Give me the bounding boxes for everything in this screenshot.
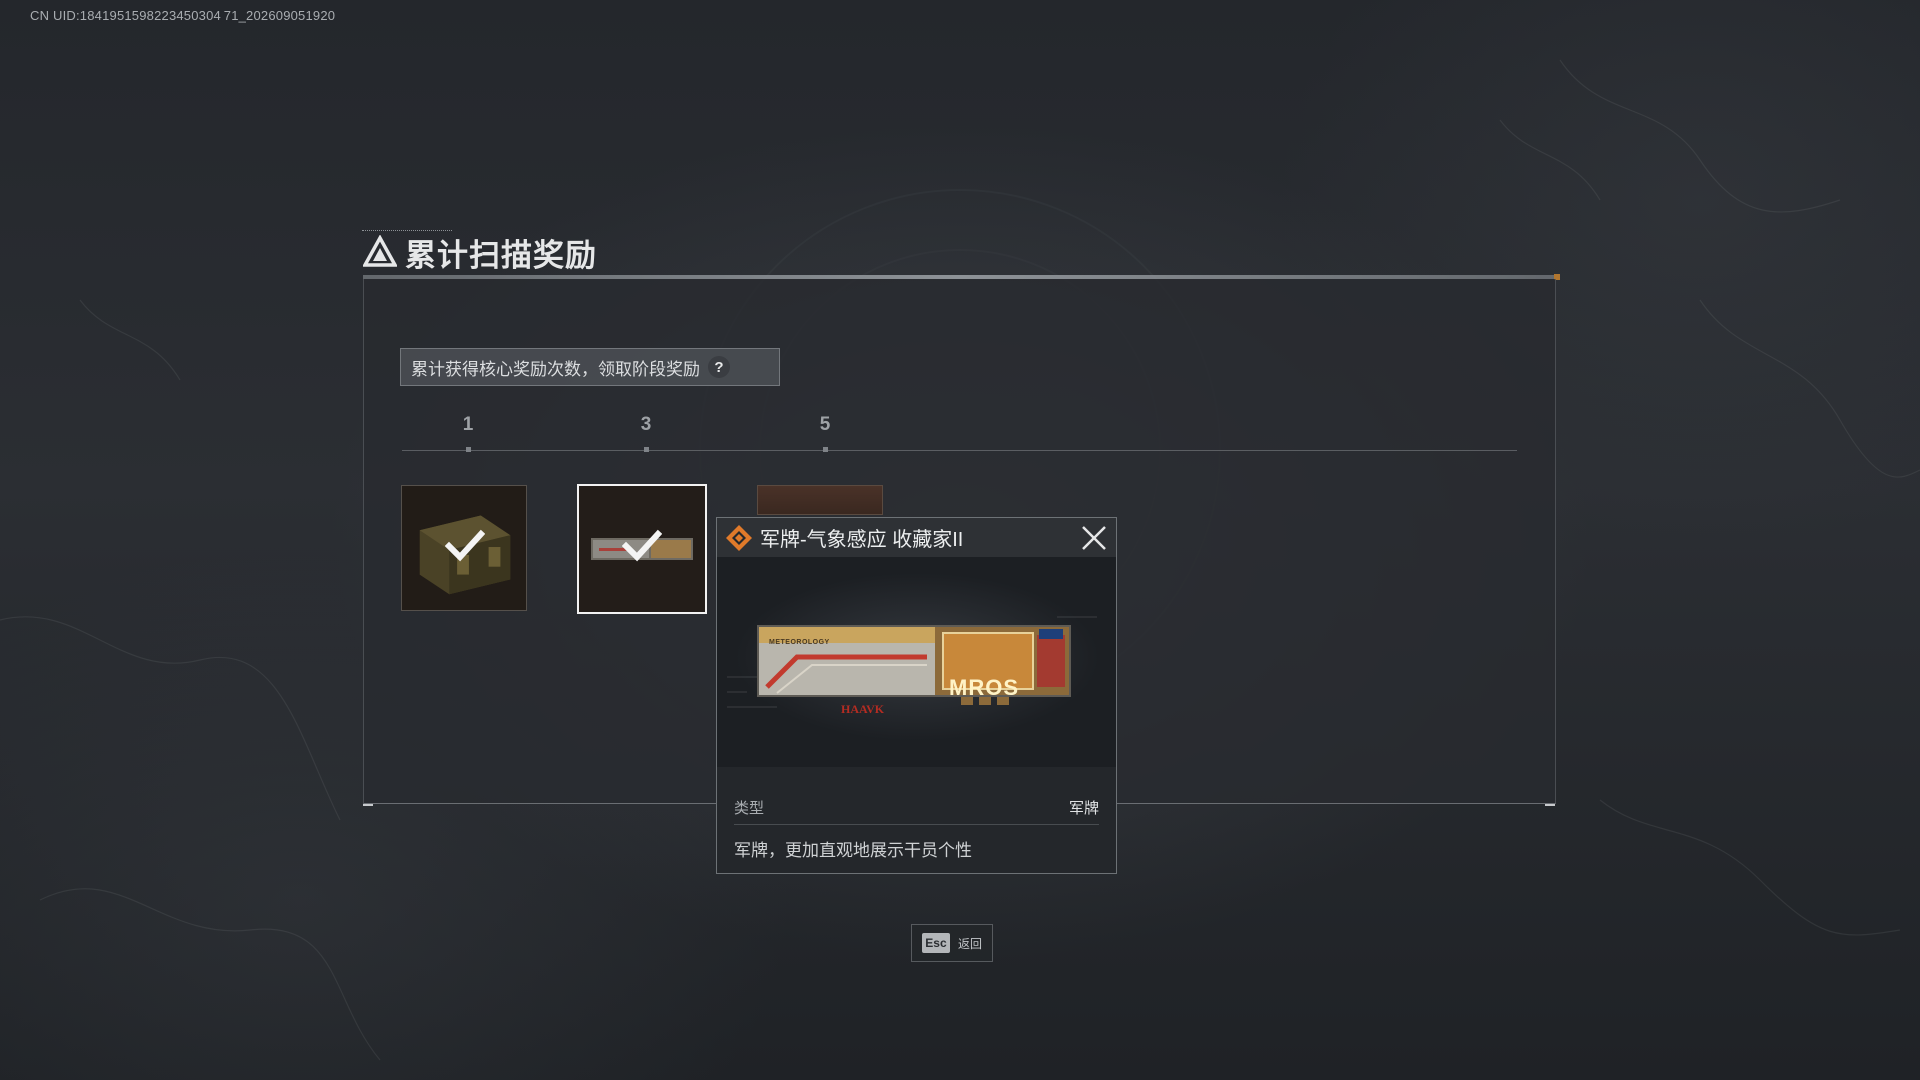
type-value: 军牌 [1068, 800, 1099, 817]
milestone-tick [644, 447, 649, 452]
tag-art-text-logo: MROS [949, 675, 1019, 700]
milestone-tick [823, 447, 828, 452]
item-description: 军牌，更加直观地展示干员个性 [734, 841, 972, 860]
panel-header: 累计扫描奖励 [363, 228, 597, 276]
help-icon[interactable]: ? [708, 356, 730, 378]
popup-header: 军牌-气象感应 收藏家II [717, 518, 1116, 557]
tag-art-text-left-top: METEOROLOGY [769, 639, 830, 646]
check-icon [622, 529, 662, 562]
milestone-label: 3 [640, 414, 652, 435]
panel-corner [1545, 800, 1555, 806]
reward-tile-locked[interactable] [757, 485, 883, 515]
esc-key-icon: Esc [921, 933, 950, 953]
item-detail-popup: 军牌-气象感应 收藏家II METEOROLOGY HAAVK MROS 类型 … [716, 517, 1117, 874]
info-divider [734, 824, 1099, 825]
info-chip: 累计获得核心奖励次数，领取阶段奖励 ? [400, 348, 780, 386]
check-icon [445, 529, 485, 562]
close-icon[interactable] [1080, 524, 1108, 552]
info-text: 累计获得核心奖励次数，领取阶段奖励 [411, 359, 700, 379]
triangle-logo-icon [363, 235, 397, 267]
dog-tag-artwork [727, 616, 1097, 708]
rarity-diamond-icon [726, 524, 752, 551]
reward-tile-dog-tag[interactable] [577, 484, 707, 614]
game-screen: CN UID:1841951598223450304 71_2026090519… [0, 0, 1920, 1080]
popup-title: 军牌-气象感应 收藏家II [760, 529, 964, 551]
panel-title: 累计扫描奖励 [405, 237, 597, 273]
panel-corner [363, 800, 373, 806]
milestone-label: 5 [819, 414, 831, 435]
back-label: 返回 [957, 936, 982, 951]
player-uid: CN UID:1841951598223450304 71_2026090519… [30, 8, 336, 23]
milestone-label: 1 [462, 414, 474, 435]
milestone-tick [466, 447, 471, 452]
tag-art-text-brand: HAAVK [841, 702, 885, 716]
type-label: 类型 [734, 800, 765, 817]
item-preview: METEOROLOGY HAAVK MROS [717, 557, 1116, 767]
progress-track [402, 450, 1517, 451]
back-button[interactable]: Esc 返回 [911, 924, 993, 962]
item-info: 类型 军牌 军牌，更加直观地展示干员个性 [717, 767, 1116, 873]
reward-tile-supply-crate[interactable] [401, 485, 527, 611]
